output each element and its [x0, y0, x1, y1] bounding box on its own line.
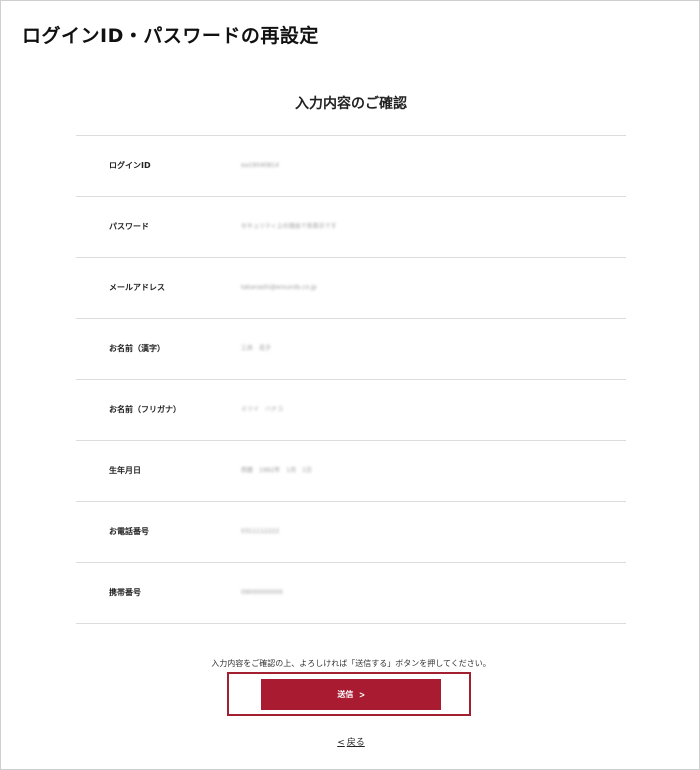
table-row: パスワード セキュリティ上の理由で非表示です: [76, 197, 626, 258]
submit-button[interactable]: 送信 >: [261, 679, 441, 710]
table-row: お電話番号 0311112222: [76, 502, 626, 563]
back-link[interactable]: < 戻る: [337, 738, 365, 748]
row-value: ミツイ ハナコ: [241, 406, 284, 413]
row-value: takanashi@erounds.co.jp: [241, 284, 317, 291]
row-value: ea19040814: [241, 162, 279, 169]
row-value: 西暦 1992年 1月 1日: [241, 467, 312, 474]
row-value: セキュリティ上の理由で非表示です: [241, 223, 337, 230]
chevron-right-icon: >: [359, 689, 365, 700]
submit-instructions: 入力内容をご確認の上、よろしければ「送信する」ボタンを押してください。: [211, 659, 491, 668]
section-heading: 入力内容のご確認: [295, 96, 407, 112]
table-row: 携帯番号 09000000000: [76, 563, 626, 624]
table-row: メールアドレス takanashi@erounds.co.jp: [76, 258, 626, 319]
row-label: お名前（フリガナ）: [109, 405, 181, 414]
row-label: お電話番号: [109, 527, 149, 536]
row-value: 09000000000: [241, 589, 283, 596]
table-row: ログインID ea19040814: [76, 136, 626, 197]
table-row: お名前（フリガナ） ミツイ ハナコ: [76, 380, 626, 441]
chevron-left-icon: <: [337, 738, 345, 748]
row-value: 0311112222: [241, 528, 280, 535]
row-label: パスワード: [109, 222, 149, 231]
back-link-label: 戻る: [346, 738, 365, 748]
row-label: 生年月日: [109, 466, 141, 475]
confirmation-table: ログインID ea19040814 パスワード セキュリティ上の理由で非表示です…: [76, 135, 626, 624]
row-value: 三井 花子: [241, 345, 272, 352]
page-title: ログインID・パスワードの再設定: [22, 25, 319, 47]
table-row: お名前（漢字） 三井 花子: [76, 319, 626, 380]
row-label: 携帯番号: [109, 588, 141, 597]
row-label: メールアドレス: [109, 283, 165, 292]
table-row: 生年月日 西暦 1992年 1月 1日: [76, 441, 626, 502]
page-frame: ログインID・パスワードの再設定 入力内容のご確認 ログインID ea19040…: [0, 0, 700, 770]
row-label: ログインID: [109, 161, 151, 170]
back-link-container: < 戻る: [1, 735, 700, 748]
row-label: お名前（漢字）: [109, 344, 165, 353]
submit-button-label: 送信: [337, 690, 354, 699]
